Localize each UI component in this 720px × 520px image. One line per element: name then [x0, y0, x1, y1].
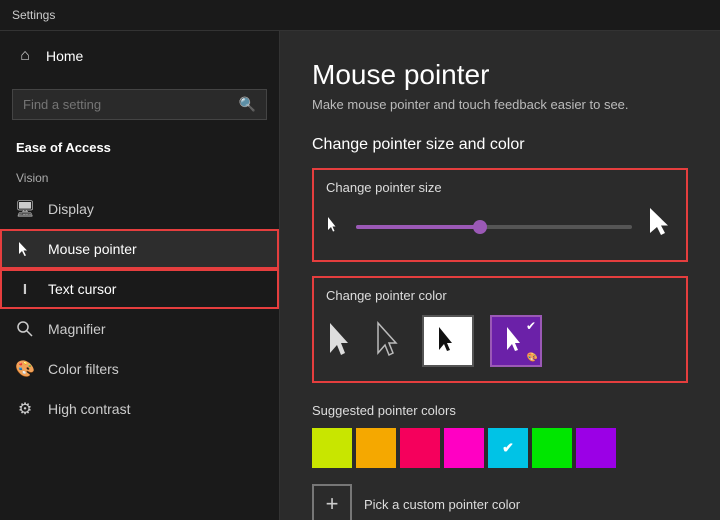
cursor-large-icon	[648, 207, 674, 246]
search-box[interactable]: 🔍	[12, 89, 267, 120]
sidebar-item-label: Mouse pointer	[48, 241, 137, 257]
swatch-orange[interactable]	[356, 428, 396, 468]
swatch-yellow-green[interactable]	[312, 428, 352, 468]
slider-row	[326, 207, 674, 246]
swatch-pink-red[interactable]	[400, 428, 440, 468]
custom-color-label: Pick a custom pointer color	[364, 497, 520, 512]
color-option-outline[interactable]	[374, 321, 406, 361]
high-contrast-icon: ⚙	[16, 400, 34, 418]
text-cursor-icon: I	[16, 280, 34, 298]
sidebar-item-mouse-pointer[interactable]: Mouse pointer	[0, 229, 279, 269]
sidebar-item-text-cursor[interactable]: I Text cursor	[0, 269, 279, 309]
check-mark: ✔	[526, 319, 536, 333]
size-slider-track[interactable]	[356, 225, 632, 229]
search-input[interactable]	[23, 97, 231, 112]
title-bar-label: Settings	[12, 8, 55, 22]
swatch-green[interactable]	[532, 428, 572, 468]
pointer-color-section: Change pointer color	[312, 276, 688, 383]
pointer-size-label: Change pointer size	[326, 180, 674, 195]
size-slider-thumb[interactable]	[473, 220, 487, 234]
swatch-cyan[interactable]: ✔	[488, 428, 528, 468]
color-swatches-row: ✔	[312, 428, 688, 468]
color-options-row: ✔ 🎨	[326, 315, 674, 367]
sidebar-item-label: Magnifier	[48, 321, 106, 337]
swatch-hot-pink[interactable]	[444, 428, 484, 468]
section-title: Change pointer size and color	[312, 136, 688, 154]
sidebar-item-color-filters[interactable]: 🎨 Color filters	[0, 349, 279, 389]
search-icon: 🔍	[239, 96, 256, 113]
display-icon: 🖥	[16, 200, 34, 218]
sidebar-item-label: Color filters	[48, 361, 119, 377]
custom-color-row: + Pick a custom pointer color	[312, 484, 688, 520]
mouse-pointer-icon	[16, 240, 34, 258]
sidebar-item-home[interactable]: ⌂ Home	[0, 31, 279, 81]
sidebar-item-high-contrast[interactable]: ⚙ High contrast	[0, 389, 279, 429]
cyan-check: ✔	[502, 440, 514, 457]
color-option-white[interactable]	[422, 315, 474, 367]
swatch-purple[interactable]	[576, 428, 616, 468]
sidebar-item-magnifier[interactable]: Magnifier	[0, 309, 279, 349]
color-filters-icon: 🎨	[16, 360, 34, 378]
title-bar: Settings	[0, 0, 720, 31]
suggested-label: Suggested pointer colors	[312, 403, 688, 418]
color-option-black[interactable]	[326, 321, 358, 361]
vision-label: Vision	[0, 159, 279, 189]
sidebar-home-label: Home	[46, 48, 83, 64]
sidebar-item-label: Text cursor	[48, 281, 116, 297]
sidebar-item-label: High contrast	[48, 401, 130, 417]
sidebar-item-display[interactable]: 🖥 Display	[0, 189, 279, 229]
page-title: Mouse pointer	[312, 59, 688, 91]
cursor-small-icon	[326, 216, 340, 237]
sidebar-item-label: Display	[48, 201, 94, 217]
pointer-color-label: Change pointer color	[326, 288, 674, 303]
main-layout: ⌂ Home 🔍 Ease of Access Vision 🖥 Display…	[0, 31, 720, 520]
sidebar: ⌂ Home 🔍 Ease of Access Vision 🖥 Display…	[0, 31, 280, 520]
magnifier-icon	[16, 320, 34, 338]
size-slider-fill	[356, 225, 480, 229]
page-subtitle: Make mouse pointer and touch feedback ea…	[312, 97, 688, 112]
main-content: Mouse pointer Make mouse pointer and tou…	[280, 31, 720, 520]
plus-button[interactable]: +	[312, 484, 352, 520]
color-option-custom[interactable]: ✔ 🎨	[490, 315, 542, 367]
ease-of-access-label: Ease of Access	[0, 128, 279, 159]
pointer-size-section: Change pointer size	[312, 168, 688, 262]
home-icon: ⌂	[16, 47, 34, 65]
